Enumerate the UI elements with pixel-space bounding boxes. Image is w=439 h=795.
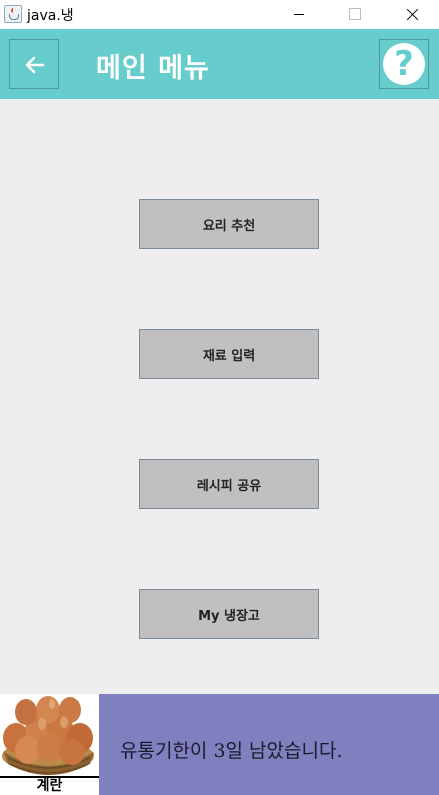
food-item-label: 계란 <box>0 776 99 795</box>
main-menu-panel: 요리 추천 재료 입력 레시피 공유 My 냉장고 <box>0 99 439 694</box>
ingredient-input-button[interactable]: 재료 입력 <box>139 329 319 379</box>
java-cup-icon <box>4 5 22 23</box>
close-button[interactable] <box>390 0 436 29</box>
my-fridge-button[interactable]: My 냉장고 <box>139 589 319 639</box>
arrow-left-icon <box>25 56 45 74</box>
question-mark-icon: ? <box>383 43 425 85</box>
minimize-button[interactable] <box>276 0 322 29</box>
expiration-message: 유통기한이 3일 남았습니다. <box>120 740 343 762</box>
window-title: java.냉 <box>27 8 74 24</box>
recipe-share-button[interactable]: 레시피 공유 <box>139 459 319 509</box>
egg-basket-icon <box>0 694 99 776</box>
help-button[interactable]: ? <box>379 39 429 89</box>
page-title: 메인 메뉴 <box>96 53 210 84</box>
maximize-button[interactable] <box>331 0 377 29</box>
notice-panel: 유통기한이 3일 남았습니다. <box>99 694 439 795</box>
window-titlebar: java.냉 <box>0 0 439 29</box>
back-button[interactable] <box>9 39 59 89</box>
app-header: 메인 메뉴 ? <box>0 29 439 99</box>
expiration-notice: 계란 유통기한이 3일 남았습니다. <box>0 694 439 795</box>
help-glyph: ? <box>394 44 414 84</box>
recipe-recommend-button[interactable]: 요리 추천 <box>139 199 319 249</box>
